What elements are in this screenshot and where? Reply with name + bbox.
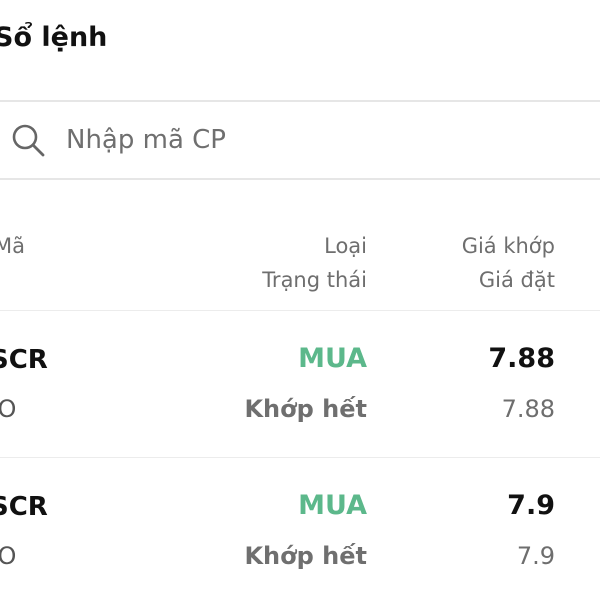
- order-symbol: SCR: [0, 345, 48, 375]
- column-header-placed-price: Giá đặt: [478, 268, 555, 292]
- column-header-type: Loại: [324, 234, 367, 258]
- search-bar[interactable]: [0, 100, 600, 180]
- search-icon[interactable]: [10, 122, 46, 158]
- placed-price: 7.88: [501, 395, 555, 423]
- column-header-symbol: Mã: [0, 234, 25, 258]
- order-type: LO: [0, 395, 17, 423]
- order-status: Khớp hết: [244, 395, 367, 423]
- order-side-badge: MUA: [298, 343, 367, 374]
- order-row[interactable]: SCR LO MUA Khớp hết 7.88 7.88: [0, 315, 600, 455]
- order-book-screen: Sổ lệnh Mã Loại Trạng thái Giá khớp Giá …: [0, 0, 600, 600]
- divider: [0, 310, 600, 311]
- column-header-status: Trạng thái: [262, 268, 367, 292]
- column-header-matched-price: Giá khớp: [461, 234, 555, 258]
- order-symbol: SCR: [0, 492, 48, 522]
- matched-price: 7.9: [507, 490, 555, 521]
- order-row[interactable]: SCR LO MUA Khớp hết 7.9 7.9: [0, 462, 600, 600]
- divider: [0, 457, 600, 458]
- matched-price: 7.88: [488, 343, 555, 374]
- order-side-badge: MUA: [298, 490, 367, 521]
- search-input[interactable]: [66, 120, 566, 160]
- placed-price: 7.9: [516, 542, 555, 570]
- order-status: Khớp hết: [244, 542, 367, 570]
- page-title: Sổ lệnh: [0, 22, 108, 53]
- order-type: LO: [0, 542, 17, 570]
